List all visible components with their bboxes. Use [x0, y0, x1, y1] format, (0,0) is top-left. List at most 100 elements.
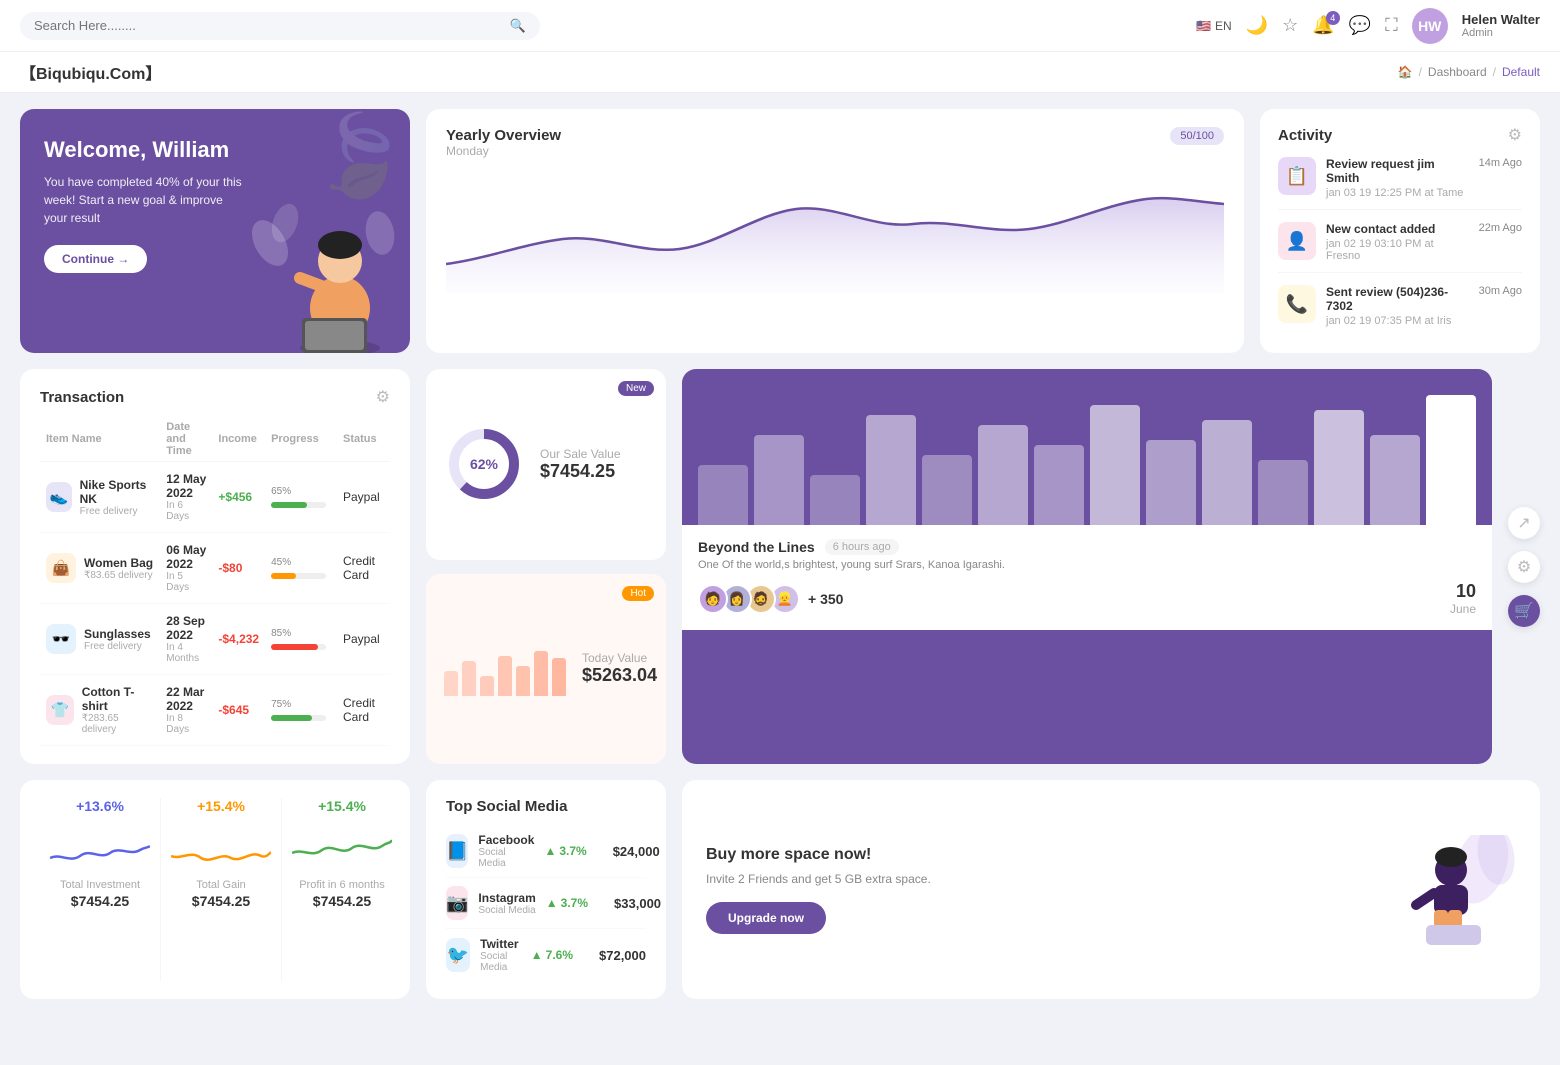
upgrade-illustration	[1396, 835, 1516, 945]
activity-item-1: 📋 Review request jim Smith jan 03 19 12:…	[1278, 157, 1522, 210]
mini-stats-card: +13.6% Total Investment $7454.25 +15.4% …	[20, 780, 410, 999]
continue-button[interactable]: Continue →	[44, 245, 147, 273]
beyond-time: 6 hours ago	[825, 539, 899, 555]
mini-bar-2	[480, 676, 494, 696]
mini-bar-3	[498, 656, 512, 696]
social-amount-instagram: $33,000	[614, 896, 661, 911]
item-sub-2: Free delivery	[84, 641, 151, 652]
activity-sub-1: jan 03 19 12:25 PM at Tame	[1326, 187, 1469, 199]
mini-stat-investment: +13.6% Total Investment $7454.25	[40, 798, 161, 981]
yearly-title: Yearly Overview	[446, 127, 561, 144]
search-input[interactable]	[34, 18, 502, 33]
item-sub-3: ₹283.65 delivery	[82, 713, 155, 735]
facebook-icon: 📘	[446, 834, 468, 868]
notification-icon[interactable]: 🔔 4	[1312, 15, 1334, 36]
welcome-illustration	[250, 193, 400, 353]
avatar[interactable]: HW	[1412, 8, 1448, 44]
progress-bar-3	[271, 715, 326, 721]
activity-header: Activity ⚙	[1278, 125, 1522, 145]
yearly-badge: 50/100	[1170, 127, 1224, 145]
beyond-title: Beyond the Lines	[698, 539, 815, 555]
topnav-right: 🇺🇸 EN 🌙 ☆ 🔔 4 💬 ⛶ HW Helen Walter Admin	[1196, 8, 1540, 44]
beyond-section: Beyond the Lines 6 hours ago One Of the …	[682, 369, 1540, 764]
transaction-settings-button[interactable]: ⚙	[376, 387, 390, 407]
upgrade-button[interactable]: Upgrade now	[706, 902, 826, 934]
cell-date-3: 22 Mar 2022 In 8 Days	[160, 675, 212, 746]
breadcrumb-current: Default	[1502, 65, 1540, 79]
theme-toggle-icon[interactable]: 🌙	[1246, 15, 1268, 36]
beyond-card: Beyond the Lines 6 hours ago One Of the …	[682, 369, 1492, 764]
beyond-bar-11	[1314, 410, 1364, 525]
yearly-header: Yearly Overview Monday 50/100	[446, 127, 1224, 168]
main-content: 🍃 Welcome, William You have completed 40…	[0, 93, 1560, 1015]
row3: +13.6% Total Investment $7454.25 +15.4% …	[20, 780, 1540, 999]
side-cart-button[interactable]: 🛒	[1508, 595, 1540, 627]
sale-card-new: New 62% Our Sale Value $7454.25	[426, 369, 666, 560]
activity-card: Activity ⚙ 📋 Review request jim Smith ja…	[1260, 109, 1540, 353]
activity-title: Activity	[1278, 127, 1332, 144]
cell-status-3: Credit Card	[337, 675, 390, 746]
beyond-bar-5	[978, 425, 1028, 525]
star-icon[interactable]: ☆	[1282, 15, 1298, 36]
beyond-bar-7	[1090, 405, 1140, 525]
expand-icon[interactable]: ⛶	[1385, 15, 1398, 36]
side-panel: ↗ ⚙ 🛒	[1508, 369, 1540, 764]
home-icon[interactable]: 🏠	[1398, 65, 1413, 79]
yearly-card: Yearly Overview Monday 50/100	[426, 109, 1244, 353]
item-name-0: Nike Sports NK	[80, 478, 155, 506]
activity-info-3: Sent review (504)236-7302 jan 02 19 07:3…	[1326, 285, 1469, 327]
beyond-bar-13	[1426, 395, 1476, 525]
sale-label-hot: Today Value	[582, 651, 657, 665]
beyond-bar-12	[1370, 435, 1420, 525]
transaction-card: Transaction ⚙ Item Name Date and Time In…	[20, 369, 410, 764]
sale-amount-hot: $5263.04	[582, 665, 657, 686]
activity-settings-button[interactable]: ⚙	[1508, 125, 1522, 145]
breadcrumb-bar: 【Biqubiqu.Com】 🏠 / Dashboard / Default	[0, 52, 1560, 93]
row2: Transaction ⚙ Item Name Date and Time In…	[20, 369, 1540, 764]
breadcrumb-dashboard[interactable]: Dashboard	[1428, 65, 1487, 79]
beyond-bar-6	[1034, 445, 1084, 525]
search-bar[interactable]: 🔍	[20, 12, 540, 40]
side-settings-button[interactable]: ⚙	[1508, 551, 1540, 583]
social-name-facebook: Facebook	[478, 833, 534, 847]
table-row: 👜 Women Bag ₹83.65 delivery 06 May 2022 …	[40, 533, 390, 604]
social-row-facebook: 📘 Facebook Social Media ▲ 3.7% $24,000	[446, 825, 646, 878]
chat-icon[interactable]: 💬	[1349, 15, 1371, 36]
stat-pct-1: +15.4%	[171, 798, 271, 814]
stat-pct-0: +13.6%	[50, 798, 150, 814]
topnav: 🔍 🇺🇸 EN 🌙 ☆ 🔔 4 💬 ⛶ HW Helen Walter Admi…	[0, 0, 1560, 52]
welcome-subtitle: You have completed 40% of your this week…	[44, 173, 244, 227]
activity-title-2: New contact added	[1326, 222, 1469, 236]
language-selector[interactable]: 🇺🇸 EN	[1196, 19, 1232, 33]
item-sub-0: Free delivery	[80, 506, 155, 517]
bg-leaves: 🍃	[310, 109, 410, 203]
cell-progress-1: 45%	[265, 533, 337, 604]
item-name-1: Women Bag	[84, 556, 153, 570]
yearly-chart	[446, 174, 1224, 294]
item-name-3: Cotton T-shirt	[82, 685, 155, 713]
breadcrumb: 🏠 / Dashboard / Default	[1398, 65, 1540, 79]
social-pct-twitter: ▲ 7.6%	[531, 948, 573, 962]
activity-info-1: Review request jim Smith jan 03 19 12:25…	[1326, 157, 1469, 199]
mini-stat-gain: +15.4% Total Gain $7454.25	[161, 798, 282, 981]
user-info: Helen Walter Admin	[1462, 12, 1540, 39]
cell-income-2: -$4,232	[212, 604, 265, 675]
stat-label-0: Total Investment	[50, 879, 150, 891]
mini-bar-5	[534, 651, 548, 696]
stat-pct-2: +15.4%	[292, 798, 392, 814]
social-row-instagram: 📷 Instagram Social Media ▲ 3.7% $33,000	[446, 878, 646, 929]
side-share-button[interactable]: ↗	[1508, 507, 1540, 539]
item-sub-1: ₹83.65 delivery	[84, 570, 153, 581]
social-row-twitter: 🐦 Twitter Social Media ▲ 7.6% $72,000	[446, 929, 646, 981]
activity-item-3: 📞 Sent review (504)236-7302 jan 02 19 07…	[1278, 285, 1522, 337]
activity-sub-2: jan 02 19 03:10 PM at Fresno	[1326, 238, 1469, 262]
cell-progress-0: 65%	[265, 462, 337, 533]
progress-bar-1	[271, 573, 326, 579]
social-amount-twitter: $72,000	[599, 948, 646, 963]
sparkline-0	[50, 828, 150, 868]
social-type-facebook: Social Media	[478, 847, 534, 869]
cell-date-1: 06 May 2022 In 5 Days	[160, 533, 212, 604]
beyond-bar-2	[810, 475, 860, 525]
activity-time-1: 14m Ago	[1479, 157, 1522, 169]
beyond-bar-4	[922, 455, 972, 525]
